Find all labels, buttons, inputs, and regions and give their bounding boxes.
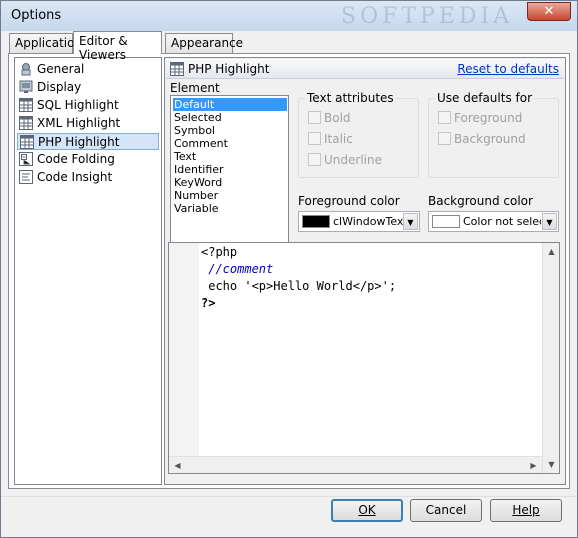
line-gutter [169,243,199,473]
separator [1,496,577,497]
code-insight-icon [19,170,33,184]
foreground-color-value: clWindowText [333,215,403,228]
watermark: SOFTPEDIA [341,4,514,29]
code-line-comment: //comment [201,262,274,276]
category-label: Display [37,80,82,94]
category-item-general[interactable]: General [17,61,159,78]
text-attributes-group: Text attributes Bold Italic Underline [298,91,419,178]
bold-checkbox[interactable]: Bold [308,111,351,125]
tab-editor-viewers[interactable]: Editor & Viewers [73,31,162,62]
foreground-color-label: Foreground color [298,194,400,208]
checkbox-box [308,111,321,124]
element-item-number[interactable]: Number [173,189,287,202]
underline-checkbox[interactable]: Underline [308,153,382,167]
grid-icon [19,98,33,112]
italic-label: Italic [324,132,353,146]
category-label: Code Folding [37,152,115,166]
category-label: Code Insight [37,170,113,184]
use-defaults-title: Use defaults for [435,91,535,105]
general-icon [21,63,31,76]
tab-label: Appearance [171,36,244,50]
checkbox-box [438,132,451,145]
element-item-comment[interactable]: Comment [173,137,287,150]
category-item-sql-highlight[interactable]: SQL Highlight [17,97,159,114]
ok-label: OK [358,503,376,517]
reset-to-defaults-link[interactable]: Reset to defaults [457,62,559,76]
element-item-keyword[interactable]: KeyWord [173,176,287,189]
background-color-label: Background color [428,194,533,208]
category-label: General [37,62,85,76]
code-line: ?> [201,296,216,310]
window-title: Options [11,8,62,23]
code-line: <?php [201,245,238,259]
code-line: echo '<p>Hello World</p>'; [201,279,397,293]
foreground-color-select[interactable]: clWindowText ▼ [298,211,420,232]
scroll-up-icon[interactable]: ▲ [543,243,560,260]
panel-title: PHP Highlight [188,62,270,76]
scroll-down-icon[interactable]: ▼ [543,456,560,473]
ok-button[interactable]: OK [331,499,403,522]
chevron-down-icon[interactable]: ▼ [542,213,557,230]
chevron-down-icon[interactable]: ▼ [403,213,418,230]
panel-header: PHP Highlight Reset to defaults [166,59,564,79]
tab-label: Application [15,36,83,50]
category-list[interactable]: General Display SQL Highlight XML Highli… [14,57,162,485]
horizontal-scrollbar[interactable]: ◀ ▶ [169,456,542,473]
cancel-button[interactable]: Cancel [410,499,482,522]
element-item-identifier[interactable]: Identifier [173,163,287,176]
category-item-xml-highlight[interactable]: XML Highlight [17,115,159,132]
element-item-text[interactable]: Text [173,150,287,163]
scroll-right-icon[interactable]: ▶ [525,457,542,474]
category-label: SQL Highlight [37,98,119,112]
background-default-label: Background [454,132,526,146]
italic-checkbox[interactable]: Italic [308,132,353,146]
text-attributes-title: Text attributes [305,91,396,105]
element-list[interactable]: Default Selected Symbol Comment Text Ide… [170,95,289,248]
category-item-display[interactable]: Display [17,79,159,96]
scroll-left-icon[interactable]: ◀ [169,457,186,474]
php-highlight-panel: PHP Highlight Reset to defaults Element … [164,57,566,485]
vertical-scrollbar[interactable]: ▲ ▼ [542,243,559,473]
tab-panel: General Display SQL Highlight XML Highli… [8,53,570,489]
element-item-symbol[interactable]: Symbol [173,124,287,137]
help-button[interactable]: Help [490,499,562,522]
background-default-checkbox[interactable]: Background [438,132,526,146]
display-icon [19,80,33,93]
code-preview[interactable]: <?php //comment echo '<p>Hello World</p>… [168,242,560,474]
category-item-code-insight[interactable]: Code Insight [17,169,159,186]
background-color-value: Color not selected [463,215,541,228]
background-color-swatch [432,215,460,228]
element-item-variable[interactable]: Variable [173,202,287,215]
checkbox-box [308,153,321,166]
background-color-select[interactable]: Color not selected ▼ [428,211,559,232]
element-item-default[interactable]: Default [173,98,287,111]
grid-icon [20,135,34,149]
code-folding-icon [19,152,33,166]
category-label: XML Highlight [37,116,121,130]
category-item-php-highlight[interactable]: PHP Highlight [17,133,159,150]
foreground-color-swatch [302,215,330,228]
options-window: Options SOFTPEDIA ✕ Application Editor &… [0,0,578,538]
help-label: Help [512,503,540,517]
element-label: Element [170,81,220,95]
underline-label: Underline [324,153,382,167]
foreground-default-checkbox[interactable]: Foreground [438,111,522,125]
checkbox-box [438,111,451,124]
bold-label: Bold [324,111,351,125]
foreground-default-label: Foreground [454,111,523,125]
checkbox-box [308,132,321,145]
grid-icon [19,116,33,130]
grid-icon [170,62,184,76]
close-button[interactable]: ✕ [527,2,571,21]
category-label: PHP Highlight [38,135,120,149]
tab-appearance[interactable]: Appearance [165,33,243,53]
title-bar: Options SOFTPEDIA ✕ [1,1,577,31]
category-item-code-folding[interactable]: Code Folding [17,151,159,168]
element-item-selected[interactable]: Selected [173,111,287,124]
tab-label: Editor & Viewers [79,34,128,62]
tab-application[interactable]: Application [9,33,82,53]
use-defaults-group: Use defaults for Foreground Background [428,91,559,178]
